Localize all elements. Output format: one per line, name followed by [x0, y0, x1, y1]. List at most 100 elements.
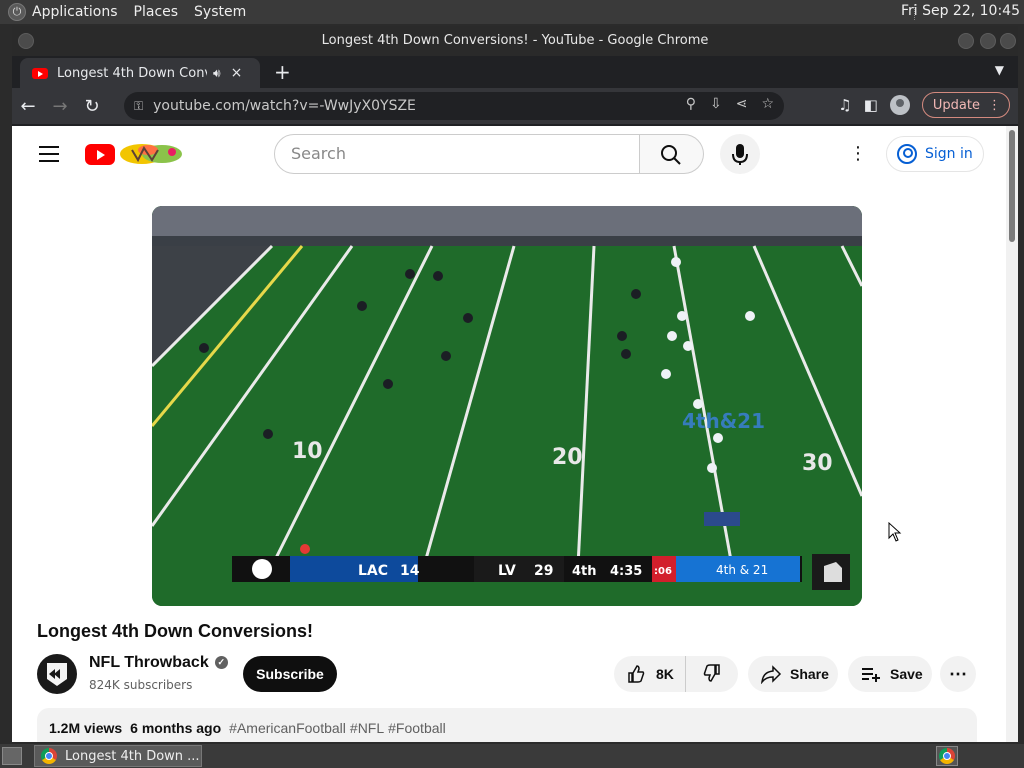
- verified-badge-icon: ✓: [214, 656, 228, 670]
- save-label: Save: [890, 666, 923, 682]
- chrome-icon: [41, 748, 57, 764]
- video-frame: 10 20 30 4th&21 LAC 14 LV 29 4th 4:35:0…: [152, 206, 862, 606]
- hashtag-link[interactable]: #NFL: [350, 720, 384, 736]
- hashtag-link[interactable]: #Football: [388, 720, 446, 736]
- menu-places[interactable]: Places: [134, 4, 179, 20]
- youtube-doodle-logo[interactable]: [118, 140, 186, 168]
- channel-avatar[interactable]: [37, 654, 77, 694]
- guide-menu-icon[interactable]: [39, 146, 59, 162]
- subscribe-button[interactable]: Subscribe: [243, 656, 337, 692]
- settings-menu-icon[interactable]: ⋮: [848, 144, 868, 164]
- channel-name[interactable]: NFL Throwback ✓: [89, 654, 228, 672]
- down-distance-overlay: 4th&21: [682, 409, 765, 433]
- media-control-icon[interactable]: ♫: [838, 96, 851, 114]
- taskbar-chrome-window[interactable]: Longest 4th Down ...: [34, 745, 202, 767]
- window-title: Longest 4th Down Conversions! - YouTube …: [321, 33, 709, 48]
- maximize-button[interactable]: [980, 33, 996, 49]
- panel-clock[interactable]: Fri Sep 22, 10:45: [901, 3, 1020, 19]
- bookmark-star-icon[interactable]: ☆: [761, 96, 774, 112]
- youtube-logo-icon[interactable]: [85, 144, 115, 165]
- chrome-icon: [939, 748, 955, 764]
- tab-search-chevron-icon[interactable]: ▼: [995, 63, 1004, 77]
- tab-strip: Longest 4th Down Conversions! 🔊︎ × + ▼: [12, 56, 1018, 88]
- side-panel-icon[interactable]: ◧: [864, 96, 878, 114]
- like-count: 8K: [656, 666, 674, 682]
- voice-search-button[interactable]: [720, 134, 760, 174]
- play-clock: :06: [654, 566, 672, 577]
- window-menu-button[interactable]: [18, 33, 34, 49]
- more-horizontal-icon: ⋯: [949, 663, 967, 684]
- reload-button[interactable]: ↻: [76, 96, 108, 117]
- back-button[interactable]: ←: [12, 96, 44, 117]
- sign-in-label: Sign in: [925, 146, 973, 162]
- chrome-menu-icon[interactable]: ⋮: [988, 98, 1001, 113]
- like-button[interactable]: 8K: [614, 656, 686, 692]
- game-clock: 4:35: [610, 564, 642, 579]
- video-player[interactable]: 10 20 30 4th&21 LAC 14 LV 29 4th 4:35:0…: [152, 206, 862, 606]
- scrollbar-thumb[interactable]: [1009, 130, 1015, 242]
- system-logo-icon[interactable]: ⏻: [8, 3, 26, 21]
- window-titlebar[interactable]: Longest 4th Down Conversions! - YouTube …: [12, 26, 1018, 56]
- close-window-button[interactable]: [1000, 33, 1016, 49]
- thumbs-up-icon: [628, 665, 645, 683]
- nfl-throwback-logo-icon: [47, 663, 67, 686]
- menu-system[interactable]: System: [194, 4, 246, 20]
- upload-age: 6 months ago: [130, 720, 222, 736]
- more-actions-button[interactable]: ⋯: [940, 656, 976, 692]
- save-button[interactable]: Save: [848, 656, 932, 692]
- site-info-icon[interactable]: ⚿: [134, 99, 143, 114]
- youtube-favicon-icon: [32, 67, 48, 79]
- url-text[interactable]: youtube.com/watch?v=-WwJyX0YSZE: [153, 98, 416, 114]
- dislike-button[interactable]: [686, 663, 738, 686]
- tab-close-icon[interactable]: ×: [231, 65, 243, 81]
- video-title: Longest 4th Down Conversions!: [37, 621, 314, 641]
- tray-chrome-icon[interactable]: [936, 746, 958, 766]
- share-arrow-icon: [761, 665, 782, 684]
- share-button[interactable]: Share: [748, 656, 838, 692]
- search-button[interactable]: [640, 134, 704, 174]
- subscriber-count: 824K subscribers: [89, 678, 193, 692]
- update-label: Update: [932, 97, 980, 113]
- team1-abbrev: LAC: [358, 563, 388, 579]
- address-bar[interactable]: ⚿ youtube.com/watch?v=-WwJyX0YSZE ⚲ ⇩ ⋖ …: [124, 92, 784, 120]
- yard-number-30: 30: [802, 451, 833, 476]
- thumbs-down-icon: [703, 663, 720, 682]
- zoom-search-icon[interactable]: ⚲: [686, 96, 696, 112]
- description-box[interactable]: 1.2M views 6 months ago #AmericanFootball #…: [37, 708, 977, 742]
- menu-applications[interactable]: Applications: [32, 4, 118, 20]
- share-label: Share: [790, 666, 829, 682]
- desktop-taskbar: Longest 4th Down ...: [0, 744, 1024, 768]
- show-desktop-button[interactable]: [2, 747, 22, 765]
- youtube-page: Search ⋮ Sign in 10 20 30 4th&21 LAC 14 …: [12, 126, 1018, 742]
- forward-button[interactable]: →: [44, 96, 76, 117]
- share-page-icon[interactable]: ⋖: [736, 96, 748, 112]
- new-tab-button[interactable]: +: [274, 60, 291, 84]
- youtube-masthead: Search ⋮ Sign in: [12, 126, 1006, 182]
- desktop-top-panel: ⏻ Applications Places System Fri Sep 22,…: [0, 0, 1024, 24]
- yard-number-10: 10: [292, 439, 323, 464]
- down-and-distance: 4th & 21: [716, 563, 768, 577]
- profile-avatar-icon[interactable]: [889, 95, 910, 115]
- account-icon: [897, 144, 917, 164]
- page-scrollbar[interactable]: [1006, 126, 1018, 742]
- search-input[interactable]: Search: [274, 134, 640, 174]
- browser-toolbar: ← → ↻ ⚿ youtube.com/watch?v=-WwJyX0YSZE …: [12, 88, 1018, 124]
- search-icon: [661, 145, 681, 165]
- team2-score: 29: [534, 563, 553, 579]
- view-count: 1.2M views: [49, 720, 123, 736]
- hashtag-link[interactable]: #AmericanFootball: [229, 720, 346, 736]
- taskbar-task-label: Longest 4th Down ...: [65, 748, 200, 764]
- playlist-add-icon: [862, 668, 880, 682]
- update-button[interactable]: Update ⋮: [921, 92, 1010, 118]
- tab-title: Longest 4th Down Conversions!: [57, 65, 207, 81]
- minimize-button[interactable]: [958, 33, 974, 49]
- like-dislike-group: 8K: [614, 656, 738, 692]
- speaker-icon[interactable]: 🔊︎: [213, 66, 221, 81]
- sign-in-button[interactable]: Sign in: [886, 136, 984, 172]
- tab-youtube[interactable]: Longest 4th Down Conversions! 🔊︎ ×: [20, 58, 260, 88]
- yard-number-20: 20: [552, 445, 583, 470]
- channel-name-text[interactable]: NFL Throwback: [89, 654, 209, 671]
- install-app-icon[interactable]: ⇩: [710, 96, 722, 112]
- chrome-window: Longest 4th Down Conversions! - YouTube …: [12, 26, 1018, 742]
- mouse-cursor-icon: [888, 522, 902, 542]
